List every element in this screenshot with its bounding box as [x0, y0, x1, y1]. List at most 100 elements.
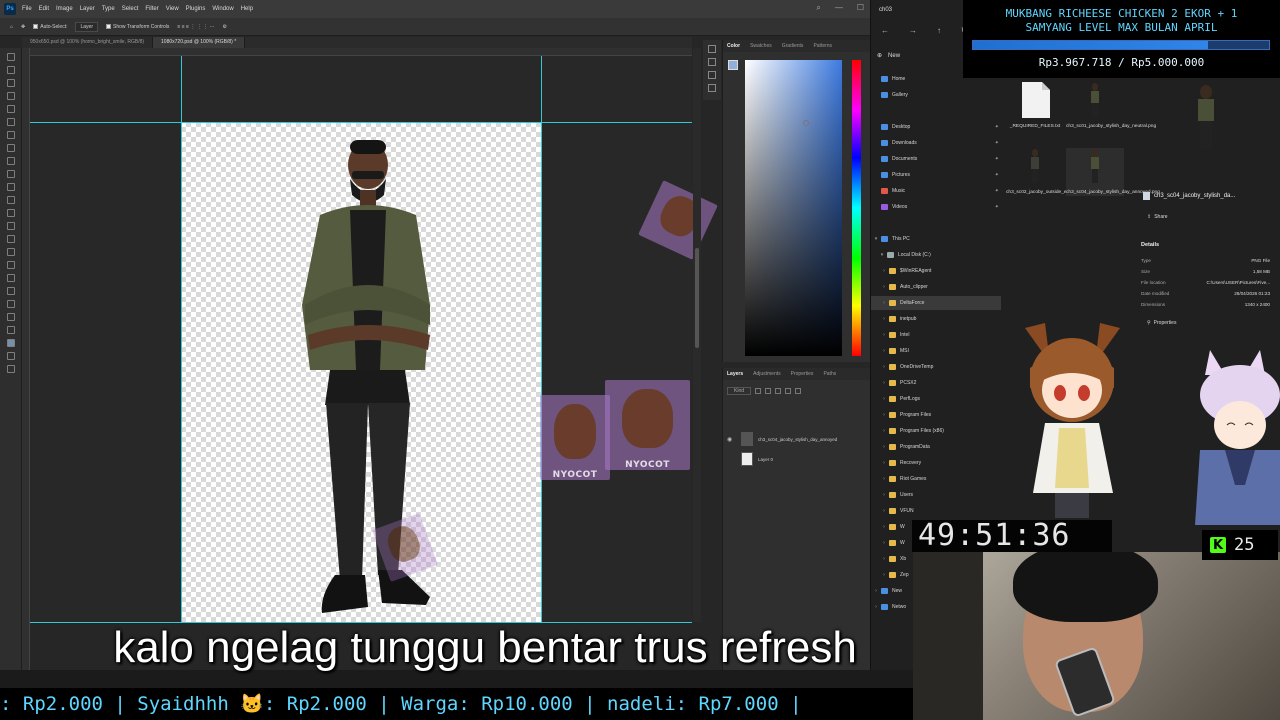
tab-document-1[interactable]: 950x650.psd @ 100% (homo_bright_smile, R… — [22, 37, 154, 48]
nav-videos[interactable]: Videos ✦ — [871, 200, 1001, 214]
chevron-icon[interactable]: › — [879, 332, 889, 338]
chevron-down-icon[interactable]: ▾ — [871, 236, 881, 242]
layer-row[interactable]: Layer 0 — [727, 450, 867, 468]
tab-patterns[interactable]: Patterns — [813, 43, 832, 49]
nav-desktop[interactable]: Desktop ✦ — [871, 120, 1001, 134]
chevron-icon[interactable]: › — [879, 412, 889, 418]
menu-file[interactable]: File — [22, 6, 32, 12]
chevron-icon[interactable]: › — [879, 396, 889, 402]
ruler-horizontal[interactable] — [30, 48, 692, 56]
properties-icon[interactable] — [708, 58, 716, 66]
pin-icon[interactable]: ✦ — [995, 204, 999, 210]
tab-adjustments[interactable]: Adjustments — [753, 371, 781, 377]
menu-layer[interactable]: Layer — [80, 6, 95, 12]
chevron-icon[interactable]: › — [879, 524, 889, 530]
maximize-icon[interactable]: ☐ — [857, 3, 864, 13]
nav-local-disk[interactable]: ▾ Local Disk (C:) — [871, 248, 1001, 262]
eraser-tool-icon[interactable] — [6, 196, 15, 204]
chevron-icon[interactable]: › — [879, 364, 889, 370]
color-swatches-icon[interactable] — [6, 339, 15, 347]
dodge-tool-icon[interactable] — [6, 235, 15, 243]
nav-folder[interactable]: › DeltaForce — [871, 296, 1001, 310]
nav-folder[interactable]: › Recovery — [871, 456, 1001, 470]
pen-tool-icon[interactable] — [6, 248, 15, 256]
chevron-icon[interactable]: › — [879, 348, 889, 354]
lasso-tool-icon[interactable] — [6, 79, 15, 87]
nav-downloads[interactable]: Downloads ✦ — [871, 136, 1001, 150]
marquee-tool-icon[interactable] — [6, 66, 15, 74]
file-item-selected[interactable]: ch3_sc04_jacoby_stylish_day_annoyed.png — [1066, 148, 1160, 196]
tab-properties[interactable]: Properties — [791, 371, 814, 377]
hand-tool-icon[interactable] — [6, 300, 15, 308]
nav-folder[interactable]: › VFUN — [871, 504, 1001, 518]
checkbox-box[interactable] — [106, 24, 111, 29]
color-picker-cursor[interactable] — [803, 120, 809, 126]
chevron-icon[interactable]: › — [879, 444, 889, 450]
vertical-scrollbar[interactable] — [693, 48, 701, 622]
chevron-icon[interactable]: › — [879, 540, 889, 546]
new-button[interactable]: ⊕ New — [877, 52, 900, 60]
healing-tool-icon[interactable] — [6, 144, 15, 152]
move-tool-icon[interactable] — [6, 53, 15, 61]
chevron-icon[interactable]: › — [879, 508, 889, 514]
tab-color[interactable]: Color — [727, 43, 740, 49]
nav-this-pc[interactable]: ▾ This PC — [871, 232, 1001, 246]
tab-swatches[interactable]: Swatches — [750, 43, 772, 49]
guide-line[interactable] — [181, 56, 182, 622]
forward-icon[interactable]: → — [909, 26, 917, 35]
up-icon[interactable]: ↑ — [937, 26, 941, 35]
pin-icon[interactable]: ✦ — [995, 172, 999, 178]
settings-icon[interactable]: ⚙ — [223, 24, 227, 30]
chevron-down-icon[interactable]: ▾ — [877, 252, 887, 258]
nav-gallery[interactable]: Gallery — [871, 88, 1001, 102]
nav-folder[interactable]: › PerfLogs — [871, 392, 1001, 406]
filter-shape-icon[interactable] — [785, 388, 792, 394]
tab-document-2[interactable]: 1080x720.psd @ 100% (RGB/8) * — [153, 37, 246, 48]
frame-tool-icon[interactable] — [6, 118, 15, 126]
back-icon[interactable]: ← — [881, 26, 889, 35]
chevron-icon[interactable]: › — [879, 476, 889, 482]
chevron-icon[interactable]: › — [879, 380, 889, 386]
nav-folder[interactable]: › ProgramData — [871, 440, 1001, 454]
menu-window[interactable]: Window — [212, 6, 233, 12]
chevron-icon[interactable]: › — [879, 492, 889, 498]
chevron-icon[interactable]: › — [879, 572, 889, 578]
properties-button[interactable]: ⚲ Properties — [1147, 320, 1176, 326]
brush-tool-icon[interactable] — [6, 157, 15, 165]
foreground-color-swatch[interactable] — [728, 60, 738, 70]
nav-folder[interactable]: › Program Files (x86) — [871, 424, 1001, 438]
nav-folder[interactable]: › MSI — [871, 344, 1001, 358]
pin-icon[interactable]: ✦ — [995, 188, 999, 194]
scrollbar-thumb[interactable] — [695, 248, 699, 348]
layer-filter-kind[interactable]: Kind — [727, 387, 752, 395]
guide-line[interactable] — [541, 56, 542, 622]
type-tool-icon[interactable] — [6, 261, 15, 269]
pin-icon[interactable]: ✦ — [995, 124, 999, 130]
nav-pictures[interactable]: Pictures ✦ — [871, 168, 1001, 182]
menu-type[interactable]: Type — [102, 6, 115, 12]
path-select-icon[interactable] — [6, 274, 15, 282]
share-button[interactable]: ⇪ Share — [1147, 214, 1168, 220]
menu-image[interactable]: Image — [56, 6, 73, 12]
nav-documents[interactable]: Documents ✦ — [871, 152, 1001, 166]
chevron-icon[interactable]: › — [879, 268, 889, 274]
file-item[interactable]: ch3_sc02_jacoby_outside_evening_grin.png — [1006, 148, 1101, 196]
chevron-icon[interactable]: › — [879, 316, 889, 322]
history-icon[interactable] — [708, 45, 716, 53]
crop-tool-icon[interactable] — [6, 105, 15, 113]
tab-paths[interactable]: Paths — [823, 371, 836, 377]
nav-folder[interactable]: › $WinREAgent — [871, 264, 1001, 278]
nav-folder[interactable]: › Users — [871, 488, 1001, 502]
pin-icon[interactable]: ✦ — [995, 156, 999, 162]
auto-select-checkbox[interactable]: Auto-Select: — [33, 24, 67, 30]
ruler-vertical[interactable] — [22, 48, 30, 670]
character-icon[interactable] — [708, 71, 716, 79]
gradient-tool-icon[interactable] — [6, 209, 15, 217]
eye-icon[interactable]: ◉ — [727, 436, 735, 443]
chevron-icon[interactable]: › — [879, 284, 889, 290]
menu-plugins[interactable]: Plugins — [186, 6, 206, 12]
chevron-icon[interactable]: › — [879, 460, 889, 466]
shape-tool-icon[interactable] — [6, 287, 15, 295]
filter-adjust-icon[interactable] — [765, 388, 772, 394]
nav-folder[interactable]: › Auto_clipper — [871, 280, 1001, 294]
